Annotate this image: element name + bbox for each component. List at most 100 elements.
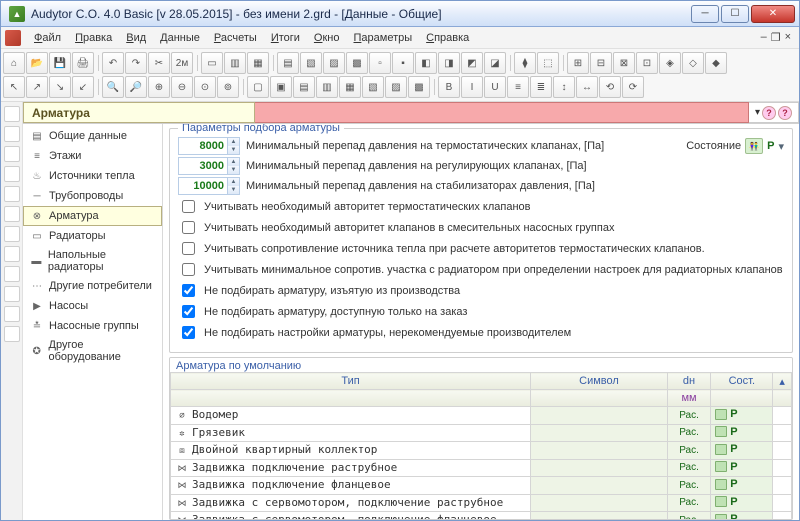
th-symbol[interactable]: Символ [531, 373, 668, 390]
nav-item-general[interactable]: ▤Общие данные [23, 126, 162, 146]
cell-symbol[interactable] [531, 494, 668, 512]
dropdown-icon[interactable]: ▾ [755, 107, 760, 118]
nav-item-fittings[interactable]: ⊗Арматура [23, 206, 162, 226]
spinner-buttons[interactable]: ▲▼ [227, 178, 239, 194]
tb-btn[interactable]: ⊙ [194, 76, 216, 98]
tb-btn[interactable]: ⊠ [613, 52, 635, 74]
tb-btn[interactable]: ⧫ [514, 52, 536, 74]
tb-btn[interactable]: ▫ [369, 52, 391, 74]
rail-btn[interactable] [4, 206, 20, 222]
menu-view[interactable]: Вид [119, 30, 153, 46]
tb-btn[interactable]: ▢ [247, 76, 269, 98]
tb-btn[interactable]: ▥ [316, 76, 338, 98]
rail-btn[interactable] [4, 246, 20, 262]
tb-btn[interactable]: ▣ [270, 76, 292, 98]
tb-zoom-in-icon[interactable]: 🔍 [102, 76, 124, 98]
nav-item-other-consumers[interactable]: ⋯Другие потребители [23, 276, 162, 296]
checkbox-source-resist[interactable] [182, 242, 195, 255]
nav-item-other-equip[interactable]: ✪Другое оборудование [23, 336, 162, 366]
tb-btn[interactable]: ▭ [201, 52, 223, 74]
nav-item-floor-radiators[interactable]: ▬Напольные радиаторы [23, 246, 162, 276]
cell-symbol[interactable] [531, 424, 668, 442]
cell-state[interactable]: P [711, 442, 773, 460]
menu-window[interactable]: Окно [307, 30, 347, 46]
tb-btn[interactable]: ⟲ [599, 76, 621, 98]
table-row[interactable]: ⋈Задвижка подключение раструбноеРас.P [171, 459, 792, 477]
checkbox-min-resist[interactable] [182, 263, 195, 276]
rail-btn[interactable] [4, 126, 20, 142]
spinner-thermo[interactable]: ▲▼ [178, 137, 240, 155]
menu-params[interactable]: Параметры [347, 30, 420, 46]
table-row[interactable]: ⋈Задвижка с сервомотором, подключение ра… [171, 494, 792, 512]
table-row[interactable]: ⧈Двойной квартирный коллекторРас.P [171, 442, 792, 460]
tb-btn[interactable]: ▩ [408, 76, 430, 98]
th-dn[interactable]: dн [667, 373, 710, 390]
tb-btn[interactable]: ↕ [553, 76, 575, 98]
mdi-minimize[interactable]: – [761, 31, 767, 44]
checkbox-auth-thermo[interactable] [182, 200, 195, 213]
spinner-input[interactable] [179, 178, 227, 194]
tb-btn[interactable]: ↗ [26, 76, 48, 98]
th-type[interactable]: Тип [171, 373, 531, 390]
tb-btn[interactable]: ▦ [247, 52, 269, 74]
cell-state[interactable]: P [711, 424, 773, 442]
checkbox-no-unrecommended[interactable] [182, 326, 195, 339]
nav-item-radiators[interactable]: ▭Радиаторы [23, 226, 162, 246]
rail-btn[interactable] [4, 186, 20, 202]
cell-symbol[interactable] [531, 512, 668, 520]
rail-btn[interactable] [4, 166, 20, 182]
cell-symbol[interactable] [531, 442, 668, 460]
nav-item-pumps[interactable]: ▶Насосы [23, 296, 162, 316]
spinner-input[interactable] [179, 138, 227, 154]
rail-btn[interactable] [4, 146, 20, 162]
checkbox-no-order-only[interactable] [182, 305, 195, 318]
tb-save-icon[interactable]: 💾 [49, 52, 71, 74]
tb-btn[interactable]: ↙ [72, 76, 94, 98]
tb-btn[interactable]: ◆ [705, 52, 727, 74]
tb-btn[interactable]: U [484, 76, 506, 98]
cell-state[interactable]: P [711, 477, 773, 495]
cell-state[interactable]: P [711, 494, 773, 512]
menu-results[interactable]: Итоги [264, 30, 307, 46]
tb-btn[interactable]: ◪ [484, 52, 506, 74]
cell-dn[interactable]: Рас. [667, 494, 710, 512]
tb-print-icon[interactable]: 🖨 [72, 52, 94, 74]
cell-symbol[interactable] [531, 407, 668, 425]
rail-btn[interactable] [4, 306, 20, 322]
tb-btn[interactable]: ▧ [300, 52, 322, 74]
menu-file[interactable]: Файл [27, 30, 68, 46]
tb-btn[interactable]: ⊡ [636, 52, 658, 74]
rail-btn[interactable] [4, 106, 20, 122]
tb-btn[interactable]: ⊕ [148, 76, 170, 98]
grid[interactable]: Тип Символ dн Сост. ▴ мм [170, 372, 792, 519]
spinner-regulating[interactable]: ▲▼ [178, 157, 240, 175]
spinner-stabilizer[interactable]: ▲▼ [178, 177, 240, 195]
tb-btn[interactable]: ↘ [49, 76, 71, 98]
cell-dn[interactable]: Рас. [667, 512, 710, 520]
nav-item-pipes[interactable]: ─Трубопроводы [23, 186, 162, 206]
tb-btn[interactable]: 2м [171, 52, 193, 74]
tb-btn[interactable]: ▦ [339, 76, 361, 98]
tb-btn[interactable]: ↖ [3, 76, 25, 98]
tb-btn[interactable]: ⟳ [622, 76, 644, 98]
cell-symbol[interactable] [531, 477, 668, 495]
tb-open-icon[interactable]: 📂 [26, 52, 48, 74]
tb-zoom-out-icon[interactable]: 🔎 [125, 76, 147, 98]
cell-state[interactable]: P [711, 459, 773, 477]
table-row[interactable]: ⋈Задвижка подключение фланцевоеРас.P [171, 477, 792, 495]
tb-btn[interactable]: B [438, 76, 460, 98]
help-icon[interactable]: ? [762, 106, 776, 120]
cell-dn[interactable]: Рас. [667, 459, 710, 477]
rail-btn[interactable] [4, 266, 20, 282]
close-button[interactable]: ✕ [751, 5, 795, 23]
cell-dn[interactable]: Рас. [667, 407, 710, 425]
rail-btn[interactable] [4, 326, 20, 342]
table-row[interactable]: ✲ГрязевикРас.P [171, 424, 792, 442]
tb-btn[interactable]: ⊞ [567, 52, 589, 74]
tb-cut-icon[interactable]: ✂ [148, 52, 170, 74]
tb-btn[interactable]: I [461, 76, 483, 98]
menu-calc[interactable]: Расчеты [207, 30, 264, 46]
rail-btn[interactable] [4, 226, 20, 242]
tb-undo-icon[interactable]: ↶ [102, 52, 124, 74]
tb-btn[interactable]: ⊚ [217, 76, 239, 98]
